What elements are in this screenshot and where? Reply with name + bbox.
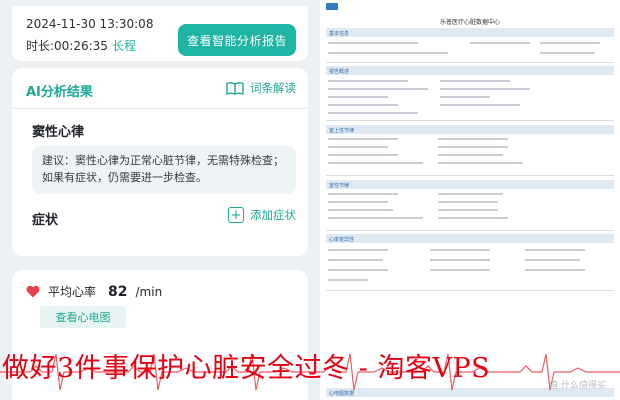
add-symptom-label: 添加症状 [250, 208, 296, 222]
glossary-label: 词条解读 [250, 81, 296, 95]
advice-box: 建议：窦性心律为正常心脏节律，无需特殊检查；如果有症状，仍需要进一步检查。 [32, 146, 296, 194]
session-duration: 时长:00:26:35 长程 [26, 37, 136, 54]
glossary-link[interactable]: 词条解读 [226, 80, 296, 96]
view-ecg-button[interactable]: 查看心电图 [40, 306, 126, 328]
heart-rate-label: 平均心率 [48, 285, 97, 299]
plus-icon: + [228, 207, 244, 223]
session-card: 2024-11-30 13:30:08 时长:00:26:35 长程 查看智能分析… [12, 6, 308, 61]
watermark: 值 什么值得买 [549, 381, 606, 391]
overlay-caption: 做好3件事保护心脏安全过冬 - 淘客VPS [2, 353, 491, 384]
rhythm-title: 窦性心律 [32, 125, 85, 140]
heart-rate-row: 平均心率 82 /min [26, 283, 162, 300]
book-icon [226, 81, 244, 95]
add-symptom-button[interactable]: + 添加症状 [228, 207, 296, 223]
heart-rate-unit: /min [135, 284, 163, 299]
analysis-title: AI分析结果 [26, 85, 93, 100]
duration-label: 时长:00:26:35 [26, 39, 108, 53]
view-report-button[interactable]: 查看智能分析报告 [178, 24, 296, 56]
heart-rate-value: 82 [108, 283, 128, 300]
symptoms-title: 症状 [32, 213, 59, 228]
duration-tag: 长程 [111, 39, 136, 53]
analysis-card: AI分析结果 词条解读 窦性心律 建议：窦性心律为正常心脏节律，无需特殊检查；如… [12, 68, 308, 256]
divider [12, 108, 308, 109]
session-datetime: 2024-11-30 13:30:08 [26, 17, 154, 31]
heart-icon [26, 285, 40, 298]
